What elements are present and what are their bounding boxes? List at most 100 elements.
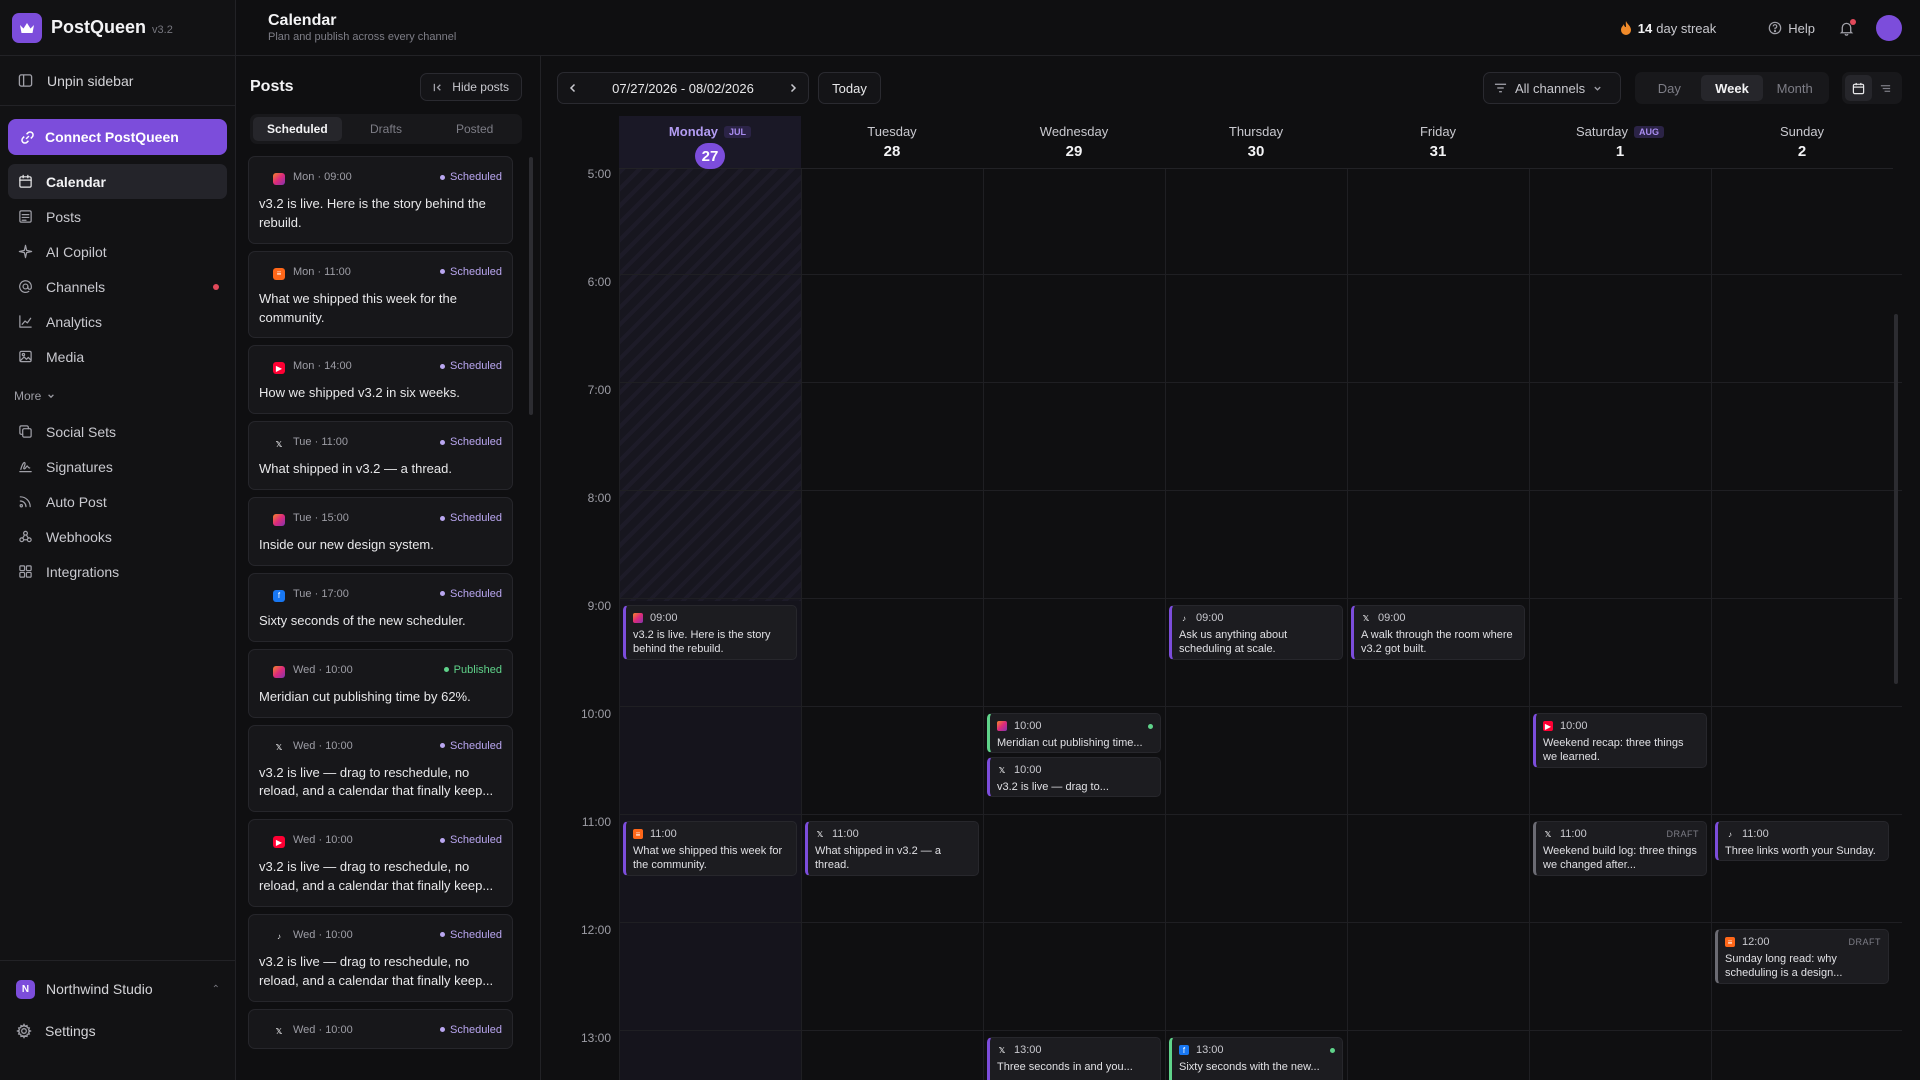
day-name: Sunday: [1779, 124, 1825, 139]
day-number: 29: [1065, 143, 1083, 160]
post-card[interactable]: Tue · 15:00 Scheduled Inside our new des…: [248, 497, 513, 566]
channels-filter[interactable]: All channels: [1483, 72, 1621, 104]
calendar-event[interactable]: f 13:00 Sixty seconds with the new...: [1169, 1037, 1343, 1080]
sidebar-item-label: AI Copilot: [46, 243, 107, 260]
day-header-thursday[interactable]: Thursday 30: [1165, 116, 1347, 169]
next-week-button[interactable]: [788, 81, 798, 96]
calendar-scrollbar[interactable]: [1894, 314, 1898, 684]
calendar-event[interactable]: ♪ 11:00 Three links worth your Sunday.: [1715, 821, 1889, 861]
post-card[interactable]: ≡ Mon · 11:00 Scheduled What we shipped …: [248, 250, 513, 339]
calendar: 07/27/2026 - 08/02/2026 Today All channe…: [541, 56, 1920, 1080]
status-badge: Scheduled: [440, 1024, 502, 1036]
post-card[interactable]: 𝕏 Tue · 11:00 Scheduled What shipped in …: [248, 421, 513, 491]
hour-gridline: [619, 490, 1902, 491]
view-week-button[interactable]: Week: [1700, 75, 1764, 101]
calendar-event[interactable]: 10:00 Meridian cut publishing time...: [987, 713, 1161, 753]
gear-icon: [16, 1023, 32, 1039]
sidebar-item-channels[interactable]: Channels: [8, 269, 227, 304]
sidebar-item-posts[interactable]: Posts: [8, 199, 227, 234]
sidebar-item-ai-copilot[interactable]: AI Copilot: [8, 234, 227, 269]
day-number: 1: [1615, 143, 1625, 160]
connect-button[interactable]: Connect PostQueen: [8, 119, 227, 155]
workspace-badge: N: [16, 979, 35, 999]
event-time: 12:00: [1742, 936, 1770, 948]
post-text: v3.2 is live — drag to reschedule, no re…: [259, 859, 494, 894]
instagram-icon: [273, 514, 285, 527]
x-icon: 𝕏: [1362, 613, 1370, 623]
post-time: Wed · 10:00: [293, 663, 353, 676]
sidebar-item-signatures[interactable]: Signatures: [8, 449, 227, 484]
avatar[interactable]: [1876, 15, 1902, 41]
post-card[interactable]: Wed · 10:00 Published Meridian cut publi…: [248, 648, 513, 718]
day-column[interactable]: [1529, 169, 1711, 1080]
settings-button[interactable]: Settings: [8, 1013, 228, 1049]
calendar-event[interactable]: 𝕏 13:00 Three seconds in and you...: [987, 1037, 1161, 1080]
day-column[interactable]: [801, 169, 983, 1080]
calendar-event[interactable]: ▶ 10:00 Weekend recap: three things we le…: [1533, 713, 1707, 768]
calendar-event[interactable]: 𝕏 10:00 v3.2 is live — drag to...: [987, 757, 1161, 797]
day-header-sunday[interactable]: Sunday 2: [1711, 116, 1893, 169]
status-badge: Scheduled: [440, 266, 502, 278]
post-card[interactable]: ▶ Wed · 10:00 Scheduled v3.2 is live — d…: [248, 819, 513, 907]
day-header-saturday[interactable]: Saturday AUG 1: [1529, 116, 1711, 169]
view-day-button[interactable]: Day: [1638, 75, 1701, 101]
sidebar-item-calendar[interactable]: Calendar: [8, 164, 227, 199]
tab-posted[interactable]: Posted: [430, 117, 519, 141]
sidebar-nav: Calendar Posts AI Copilot Channels Analytics…: [8, 164, 227, 589]
sidebar-item-integrations[interactable]: Integrations: [8, 554, 227, 589]
calendar-event[interactable]: ≡ 11:00 What we shipped this week for the…: [623, 821, 797, 876]
status-badge: Scheduled: [440, 740, 502, 752]
day-header-tuesday[interactable]: Tuesday 28: [801, 116, 983, 169]
calendar-event[interactable]: 𝕏 11:00 DRAFT Weekend build log: three thi…: [1533, 821, 1707, 876]
calendar-event[interactable]: 𝕏 09:00 A walk through the room where v3.…: [1351, 605, 1525, 660]
posts-scrollbar[interactable]: [529, 157, 533, 415]
day-header-wednesday[interactable]: Wednesday 29: [983, 116, 1165, 169]
list-icon: [1880, 84, 1891, 92]
month-tag: AUG: [1634, 125, 1665, 138]
sidebar-item-social-sets[interactable]: Social Sets: [8, 414, 227, 449]
calendar-event[interactable]: ≡ 12:00 DRAFT Sunday long read: why schedu…: [1715, 929, 1889, 984]
help-button[interactable]: Help: [1768, 21, 1815, 36]
instagram-icon: [633, 613, 643, 623]
more-section-toggle[interactable]: More: [8, 378, 227, 414]
calendar-icon: [19, 174, 32, 188]
sidebar-item-analytics[interactable]: Analytics: [8, 304, 227, 339]
workspace-switcher[interactable]: N Northwind Studio ⌃: [8, 967, 228, 1011]
substack-icon: ≡: [633, 829, 643, 839]
tab-drafts[interactable]: Drafts: [342, 117, 431, 141]
post-card[interactable]: Mon · 09:00 Scheduled v3.2 is live. Here…: [248, 156, 513, 244]
unpin-sidebar-button[interactable]: Unpin sidebar: [0, 56, 235, 106]
help-label: Help: [1788, 20, 1815, 36]
post-card[interactable]: f Tue · 17:00 Scheduled Sixty seconds of…: [248, 572, 513, 642]
post-card[interactable]: 𝕏 Wed · 10:00 Scheduled v3.2 is live — d…: [248, 724, 513, 813]
hour-gridline: [619, 382, 1902, 383]
posts-tabs: Scheduled Drafts Posted: [250, 114, 522, 144]
day-name: Friday: [1419, 124, 1457, 139]
calendar-view-button[interactable]: [1845, 75, 1872, 101]
prev-week-button[interactable]: [568, 81, 578, 96]
list-view-button[interactable]: [1872, 75, 1899, 101]
date-range[interactable]: 07/27/2026 - 08/02/2026: [612, 81, 754, 96]
day-header-monday[interactable]: Monday JUL 27: [619, 116, 801, 169]
event-time: 09:00: [1196, 612, 1224, 624]
day-column[interactable]: [983, 169, 1165, 1080]
day-header-friday[interactable]: Friday 31: [1347, 116, 1529, 169]
post-card[interactable]: 𝕏 Wed · 10:00 Scheduled: [248, 1008, 513, 1049]
status-badge: Scheduled: [440, 171, 502, 183]
today-button[interactable]: Today: [818, 72, 881, 104]
calendar-event[interactable]: 𝕏 11:00 What shipped in v3.2 — a thread.: [805, 821, 979, 876]
calendar-event[interactable]: 09:00 v3.2 is live. Here is the story beh…: [623, 605, 797, 660]
calendar-event[interactable]: ♪ 09:00 Ask us anything about scheduling …: [1169, 605, 1343, 660]
sidebar-item-auto-post[interactable]: Auto Post: [8, 484, 227, 519]
notifications-button[interactable]: [1839, 18, 1856, 36]
hide-posts-button[interactable]: Hide posts: [420, 73, 522, 101]
post-card[interactable]: ▶ Mon · 14:00 Scheduled How we shipped v…: [248, 345, 513, 415]
post-card[interactable]: ♪ Wed · 10:00 Scheduled v3.2 is live — d…: [248, 913, 513, 1002]
day-name: Thursday: [1228, 124, 1284, 139]
hour-gridline: [619, 814, 1902, 815]
tab-scheduled[interactable]: Scheduled: [253, 117, 342, 141]
view-month-button[interactable]: Month: [1763, 75, 1826, 101]
more-label: More: [14, 389, 42, 403]
sidebar-item-webhooks[interactable]: Webhooks: [8, 519, 227, 554]
sidebar-item-media[interactable]: Media: [8, 339, 227, 374]
